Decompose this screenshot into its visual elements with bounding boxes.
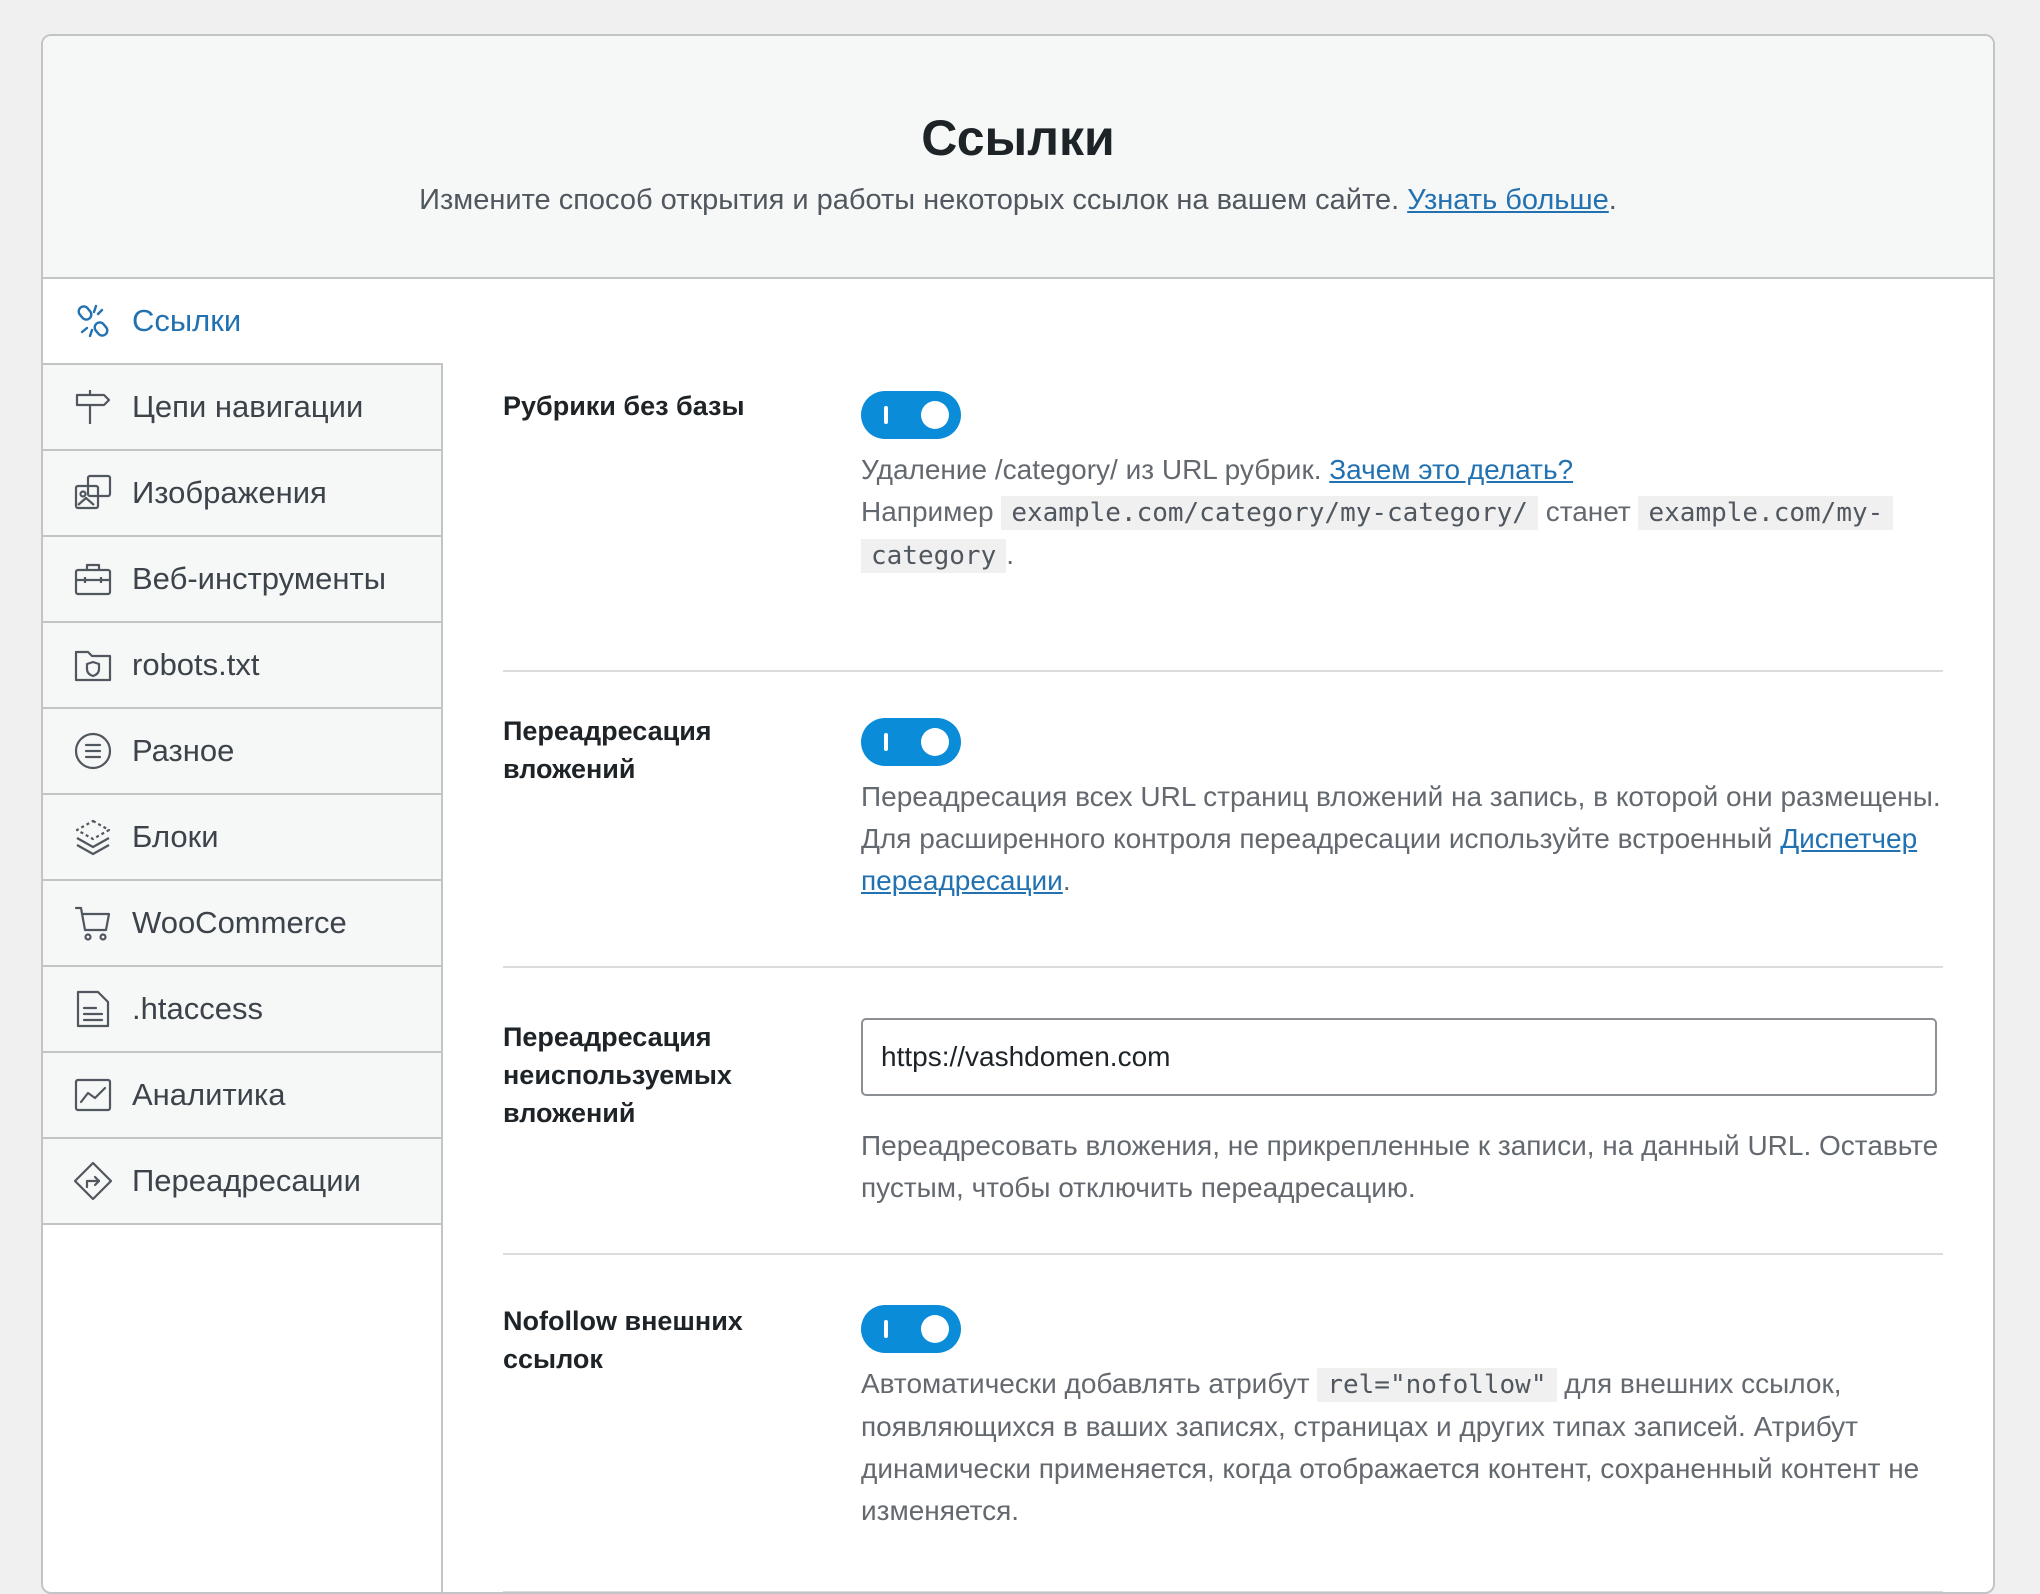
why-link[interactable]: Зачем это делать?: [1329, 454, 1573, 485]
subtitle-period: .: [1608, 184, 1617, 216]
sidebar-item-misc[interactable]: Разное: [43, 709, 443, 795]
list-circle-icon: [72, 730, 114, 772]
images-icon: [72, 472, 114, 514]
setting-orphan-redirect: Переадресация неиспользуемых вложений Пе…: [503, 968, 1943, 1255]
setting-attachment-redirect: Переадресация вложений Переадресация все…: [503, 672, 1943, 968]
desc-period: .: [1006, 539, 1015, 570]
sidebar-item-label: Изображения: [132, 475, 327, 510]
blocks-icon: [72, 816, 114, 858]
strip-category-toggle[interactable]: [861, 391, 961, 439]
file-text-icon: [72, 988, 114, 1030]
chart-icon: [72, 1074, 114, 1116]
desc-period: .: [1062, 865, 1071, 896]
learn-more-link[interactable]: Узнать больше: [1407, 184, 1609, 216]
sidebar-item-htaccess[interactable]: .htaccess: [43, 967, 443, 1053]
setting-description: Переадресация всех URL страниц вложений …: [861, 776, 1951, 902]
setting-title: Рубрики без базы: [503, 391, 745, 421]
nofollow-code: rel="nofollow": [1317, 1368, 1557, 1402]
sidebar-item-label: Цепи навигации: [132, 389, 364, 424]
cart-icon: [72, 902, 114, 944]
sidebar-item-woocommerce[interactable]: WooCommerce: [43, 881, 443, 967]
sidebar-item-label: robots.txt: [132, 647, 260, 682]
sidebar-item-breadcrumbs[interactable]: Цепи навигации: [43, 365, 443, 451]
sidebar-item-redirects[interactable]: Переадресации: [43, 1139, 443, 1225]
nofollow-toggle[interactable]: [861, 1305, 961, 1353]
sidebar-item-webtools[interactable]: Веб-инструменты: [43, 537, 443, 623]
redirect-icon: [72, 1160, 114, 1202]
folder-shield-icon: [72, 644, 114, 686]
desc-text: Переадресация всех URL страниц вложений …: [861, 781, 1941, 854]
sidebar-item-label: Переадресации: [132, 1163, 361, 1198]
desc-text: Автоматически добавлять атрибут: [861, 1368, 1310, 1399]
orphan-redirect-url-input[interactable]: [861, 1018, 1937, 1096]
attachment-redirect-toggle[interactable]: [861, 718, 961, 766]
setting-strip-category: Рубрики без базы Удаление /category/ из …: [503, 279, 1943, 672]
page-title: Ссылки: [921, 110, 1115, 166]
sidebar-item-label: Разное: [132, 733, 235, 768]
sidebar-item-label: Ссылки: [132, 303, 242, 338]
subtitle-text: Измените способ открытия и работы некото…: [419, 184, 1400, 216]
sidebar-item-links[interactable]: Ссылки: [43, 279, 443, 365]
sidebar-item-label: WooCommerce: [132, 905, 347, 940]
example-to-code-continued: category: [861, 539, 1007, 573]
desc-text: Удаление /category/ из URL рубрик.: [861, 454, 1322, 485]
setting-description: Автоматически добавлять атрибут rel="nof…: [861, 1363, 1951, 1532]
setting-title: Переадресация вложений: [503, 716, 712, 784]
sidebar-item-label: Блоки: [132, 819, 219, 854]
setting-title: Nofollow внешних ссылок: [503, 1306, 743, 1374]
toolbox-icon: [72, 558, 114, 600]
example-to-code: example.com/my-: [1638, 496, 1894, 530]
sidebar-item-robots[interactable]: robots.txt: [43, 623, 443, 709]
setting-description: Переадресовать вложения, не прикрепленны…: [861, 1130, 1939, 1203]
links-icon: [72, 300, 114, 342]
sidebar-item-images[interactable]: Изображения: [43, 451, 443, 537]
page-subtitle: Измените способ открытия и работы некото…: [43, 180, 1993, 220]
setting-title: Переадресация неиспользуемых вложений: [503, 1022, 732, 1128]
setting-description: Удаление /category/ из URL рубрик. Зачем…: [861, 449, 1951, 577]
sidebar: Ссылки Цепи навигации Изображения Веб-ин…: [43, 279, 443, 1225]
sidebar-item-blocks[interactable]: Блоки: [43, 795, 443, 881]
sidebar-item-label: Веб-инструменты: [132, 561, 386, 596]
sidebar-item-analytics[interactable]: Аналитика: [43, 1053, 443, 1139]
example-from-code: example.com/category/my-category/: [1001, 496, 1538, 530]
example-label: Например: [861, 496, 994, 527]
sidebar-divider: [441, 1225, 443, 1592]
settings-panel: Ссылки Измените способ открытия и работы…: [41, 34, 1995, 1594]
setting-nofollow: Nofollow внешних ссылок Автоматически до…: [503, 1255, 1943, 1592]
sidebar-item-label: Аналитика: [132, 1077, 286, 1112]
sidebar-item-label: .htaccess: [132, 991, 263, 1026]
signpost-icon: [72, 386, 114, 428]
page-header: Ссылки Измените способ открытия и работы…: [43, 36, 1993, 279]
becomes-text: станет: [1545, 496, 1631, 527]
settings-content: Рубрики без базы Удаление /category/ из …: [503, 279, 1943, 1592]
